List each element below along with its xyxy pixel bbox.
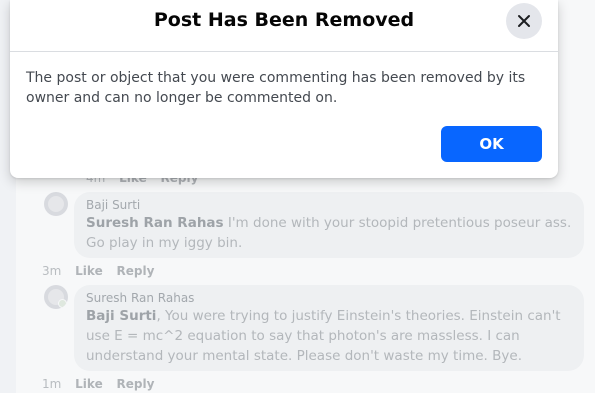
comment-body: , You were trying to justify Einstein's … <box>86 308 561 364</box>
dialog-message: The post or object that you were comment… <box>26 70 526 106</box>
close-icon <box>518 15 530 27</box>
avatar[interactable] <box>44 192 68 216</box>
comment-time: 1m <box>42 377 62 391</box>
like-link[interactable]: Like <box>75 264 103 278</box>
comment-bubble: Suresh Ran Rahas Baji Surti, You were tr… <box>74 285 584 371</box>
avatar[interactable] <box>44 285 68 309</box>
dialog-header: Post Has Been Removed <box>10 0 558 52</box>
comment-author[interactable]: Suresh Ran Rahas <box>86 291 572 305</box>
comment-time: 3m <box>42 264 62 278</box>
reply-link[interactable]: Reply <box>117 264 155 278</box>
mention-link[interactable]: Baji Surti <box>86 308 156 324</box>
comment-text: Baji Surti, You were trying to justify E… <box>86 306 572 366</box>
like-link[interactable]: Like <box>75 377 103 391</box>
online-status-icon <box>58 299 67 308</box>
close-button[interactable] <box>506 3 542 39</box>
post-removed-dialog: Post Has Been Removed The post or object… <box>10 0 558 178</box>
reply-link[interactable]: Reply <box>117 377 155 391</box>
ok-button[interactable]: OK <box>441 126 542 162</box>
comment-actions: 3m Like Reply <box>42 264 164 278</box>
dialog-title: Post Has Been Removed <box>153 9 415 31</box>
comment-bubble: Baji Surti Suresh Ran Rahas I'm done wit… <box>74 192 584 258</box>
comment-author[interactable]: Baji Surti <box>86 198 572 212</box>
comment-text: Suresh Ran Rahas I'm done with your stoo… <box>86 213 572 253</box>
comment-actions: 1m Like Reply <box>42 377 164 391</box>
mention-link[interactable]: Suresh Ran Rahas <box>86 215 224 231</box>
avatar-image <box>48 196 64 212</box>
